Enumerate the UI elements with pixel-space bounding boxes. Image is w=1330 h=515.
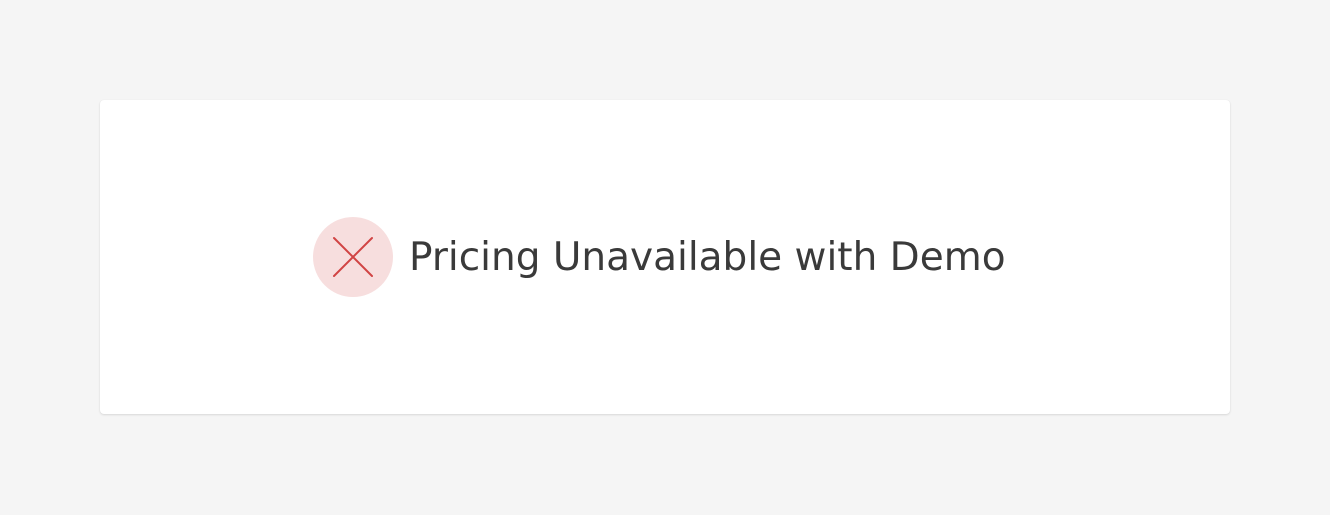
error-badge bbox=[313, 217, 393, 297]
notice-card: Pricing Unavailable with Demo bbox=[100, 100, 1230, 414]
close-icon bbox=[331, 235, 375, 279]
notice-title: Pricing Unavailable with Demo bbox=[409, 234, 1006, 280]
notice-message-row: Pricing Unavailable with Demo bbox=[313, 217, 1006, 297]
